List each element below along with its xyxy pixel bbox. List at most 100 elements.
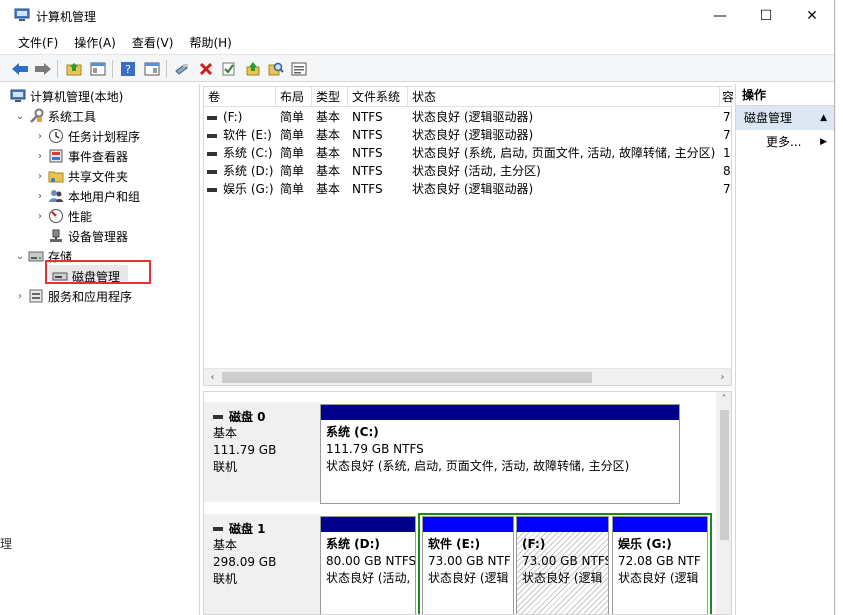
chevron-right-icon[interactable]: › — [34, 131, 46, 142]
menu-help[interactable]: 帮助(H) — [183, 34, 237, 51]
drive-icon — [207, 133, 217, 138]
drive-icon — [207, 115, 217, 120]
menu-file[interactable]: 文件(F) — [12, 34, 64, 51]
partition-d[interactable]: 系统 (D:) 80.00 GB NTFS 状态良好 (活动, — [320, 516, 416, 614]
tree-item-event-viewer[interactable]: › 事件查看器 — [34, 146, 128, 166]
computer-management-window: 计算机管理 — ☐ ✕ 文件(F) 操作(A) 查看(V) 帮助(H) ? 计算… — [0, 0, 835, 615]
table-row[interactable]: (F:) 简单 基本 NTFS 状态良好 (逻辑驱动器) 7 — [204, 108, 733, 126]
more-actions-label: 更多... — [766, 135, 802, 149]
users-icon — [48, 188, 64, 204]
layout-cell: 简单 — [280, 146, 305, 160]
partition-e[interactable]: 软件 (E:) 73.00 GB NTF 状态良好 (逻辑 — [422, 516, 514, 614]
scrollbar-thumb[interactable] — [720, 410, 729, 540]
actions-pane: 操作 磁盘管理 ▲ 更多... ▶ — [735, 84, 834, 615]
menu-view[interactable]: 查看(V) — [126, 34, 180, 51]
partition-status: 状态良好 (逻辑 — [618, 571, 699, 585]
chevron-right-icon[interactable]: › — [34, 211, 46, 222]
tree-item-device-manager[interactable]: 设备管理器 — [46, 226, 128, 246]
tree-item-local-users[interactable]: › 本地用户和组 — [34, 186, 140, 206]
column-header-status[interactable]: 状态 — [408, 87, 720, 107]
capacity-cell: 8 — [723, 164, 731, 178]
close-button[interactable]: ✕ — [789, 0, 834, 31]
tree-label: 计算机管理(本地) — [30, 89, 124, 104]
capacity-cell: 1 — [723, 146, 731, 160]
partition-size: 73.00 GB NTFS — [522, 554, 609, 568]
disk-state: 联机 — [213, 460, 238, 474]
drive-icon — [207, 169, 217, 174]
delete-icon[interactable] — [196, 59, 216, 79]
search-icon[interactable] — [266, 59, 286, 79]
scroll-right-icon[interactable]: › — [714, 369, 731, 386]
chevron-down-icon[interactable]: ⌄ — [14, 251, 26, 262]
partition-c[interactable]: 系统 (C:) 111.79 GB NTFS 状态良好 (系统, 启动, 页面文… — [320, 404, 680, 504]
tree-item-shared-folders[interactable]: › 共享文件夹 — [34, 166, 128, 186]
filesystem-cell: NTFS — [352, 110, 383, 124]
actions-header: 操作 — [736, 84, 834, 106]
help-icon[interactable]: ? — [118, 59, 138, 79]
chevron-right-icon[interactable]: › — [34, 151, 46, 162]
disk-size: 111.79 GB — [213, 443, 277, 457]
table-row[interactable]: 娱乐 (G:) 简单 基本 NTFS 状态良好 (逻辑驱动器) 7 — [204, 180, 733, 198]
layout-cell: 简单 — [280, 182, 305, 196]
computer-management-icon — [10, 88, 26, 104]
tree-item-services-apps[interactable]: › 服务和应用程序 — [14, 286, 132, 306]
connect-icon[interactable] — [172, 59, 192, 79]
tree-item-task-scheduler[interactable]: › 任务计划程序 — [34, 126, 140, 146]
partition-g[interactable]: 娱乐 (G:) 72.08 GB NTF 状态良好 (逻辑 — [612, 516, 708, 614]
status-cell: 状态良好 (逻辑驱动器) — [412, 110, 534, 124]
table-row[interactable]: 软件 (E:) 简单 基本 NTFS 状态良好 (逻辑驱动器) 7 — [204, 126, 733, 144]
column-header-filesystem[interactable]: 文件系统 — [348, 87, 408, 107]
layout-cell: 简单 — [280, 128, 305, 142]
partition-status: 状态良好 (系统, 启动, 页面文件, 活动, 故障转储, 主分区) — [326, 459, 630, 473]
up-arrow-icon[interactable] — [243, 59, 263, 79]
table-row[interactable]: 系统 (C:) 简单 基本 NTFS 状态良好 (系统, 启动, 页面文件, 活… — [204, 144, 733, 162]
column-header-capacity[interactable]: 容 — [720, 87, 733, 107]
performance-icon — [48, 208, 64, 224]
volume-name: 娱乐 (G:) — [223, 182, 274, 196]
tree-item-system-tools[interactable]: ⌄ 系统工具 — [14, 106, 96, 126]
actions-section-disk-management[interactable]: 磁盘管理 ▲ — [736, 106, 834, 130]
menu-action[interactable]: 操作(A) — [68, 34, 122, 51]
disk-0-label[interactable]: 磁盘 0 基本 111.79 GB 联机 — [204, 402, 320, 502]
show-hide-console-tree-icon[interactable] — [88, 59, 108, 79]
scroll-left-icon[interactable]: ‹ — [204, 369, 221, 386]
table-row[interactable]: 系统 (D:) 简单 基本 NTFS 状态良好 (活动, 主分区) 8 — [204, 162, 733, 180]
chevron-right-icon[interactable]: › — [14, 291, 26, 302]
partition-f[interactable]: (F:) 73.00 GB NTFS 状态良好 (逻辑 — [516, 516, 609, 614]
volume-cell: 系统 (D:) — [204, 162, 276, 180]
type-cell: 基本 — [316, 182, 341, 196]
properties-icon[interactable] — [289, 59, 309, 79]
tree-item-performance[interactable]: › 性能 — [34, 206, 92, 226]
capacity-cell: 7 — [723, 128, 731, 142]
horizontal-scrollbar[interactable]: ‹ › — [204, 368, 731, 385]
scroll-up-icon[interactable]: ˄ — [716, 392, 731, 408]
disk-1-label[interactable]: 磁盘 1 基本 298.09 GB 联机 — [204, 514, 320, 614]
partition-size: 72.08 GB NTF — [618, 554, 701, 568]
chevron-right-icon[interactable]: › — [34, 191, 46, 202]
partition-status: 状态良好 (逻辑 — [522, 571, 603, 585]
maximize-button[interactable]: ☐ — [743, 0, 789, 31]
more-actions[interactable]: 更多... ▶ — [736, 130, 834, 154]
back-arrow-icon[interactable] — [10, 59, 30, 79]
volume-name: 系统 (C:) — [223, 146, 273, 160]
tree-item-computer-management[interactable]: 计算机管理(本地) — [8, 86, 123, 106]
drive-icon — [207, 151, 217, 156]
minimize-button[interactable]: — — [697, 0, 743, 31]
up-folder-icon[interactable] — [64, 59, 84, 79]
column-header-volume[interactable]: 卷 — [204, 87, 276, 107]
forward-arrow-icon[interactable] — [33, 59, 53, 79]
chevron-right-icon[interactable]: › — [34, 171, 46, 182]
check-icon[interactable] — [219, 59, 239, 79]
title-bar: 计算机管理 — ☐ ✕ — [0, 0, 834, 31]
collapse-up-icon[interactable]: ▲ — [820, 106, 827, 130]
vertical-scrollbar[interactable]: ˄ — [716, 392, 731, 614]
disk-name-text: 磁盘 0 — [229, 410, 266, 424]
logical-partition-bar — [517, 517, 608, 532]
column-header-type[interactable]: 类型 — [312, 87, 348, 107]
chevron-down-icon[interactable]: ⌄ — [14, 111, 26, 122]
column-header-layout[interactable]: 布局 — [276, 87, 312, 107]
event-viewer-icon — [48, 148, 64, 164]
show-hide-action-pane-icon[interactable] — [142, 59, 162, 79]
edge-text: 理 — [0, 537, 13, 551]
scrollbar-thumb[interactable] — [222, 372, 592, 383]
